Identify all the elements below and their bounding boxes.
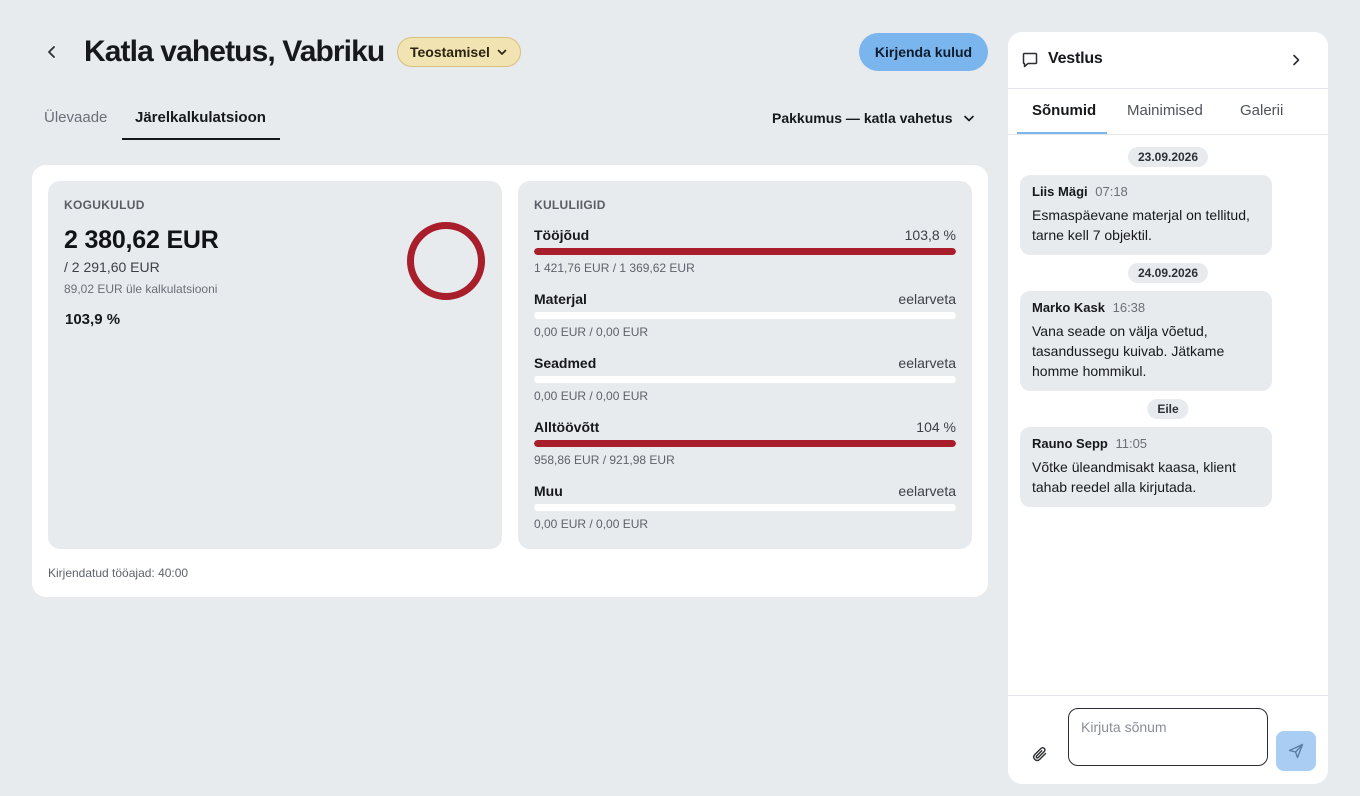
cost-name: Materjal — [534, 291, 587, 307]
cost-progress-bar — [534, 504, 956, 511]
status-dropdown[interactable]: Teostamisel — [397, 37, 521, 67]
cost-row-equipment: Seadmed eelarveta 0,00 EUR / 0,00 EUR — [534, 355, 956, 415]
date-separator: 23.09.2026 — [1127, 147, 1209, 167]
cost-status: eelarveta — [898, 483, 956, 499]
total-over-budget: 89,02 EUR üle kalkulatsiooni — [64, 282, 218, 296]
message-text: Vana seade on välja võetud, tasandussegu… — [1032, 323, 1225, 379]
cost-progress-bar — [534, 376, 956, 383]
total-budget: / 2 291,60 EUR — [64, 259, 160, 275]
cost-status: eelarveta — [898, 291, 956, 307]
message-text: Võtke üleandmisakt kaasa, klient tahab r… — [1032, 459, 1236, 495]
chevron-right-icon — [1293, 54, 1300, 66]
date-separator: 24.09.2026 — [1127, 263, 1209, 283]
cost-row-material: Materjal eelarveta 0,00 EUR / 0,00 EUR — [534, 291, 956, 351]
cost-name: Alltöövõtt — [534, 419, 600, 435]
chevron-left-icon — [48, 46, 55, 58]
cost-types-panel: KULULIIGID Tööjõud 103,8 % 1 421,76 EUR … — [518, 181, 972, 549]
cost-name: Tööjõud — [534, 227, 590, 243]
message-time: 16:38 — [1112, 300, 1146, 315]
total-amount: 2 380,62 EUR — [64, 226, 219, 254]
divider — [1008, 134, 1328, 135]
cost-amounts: 0,00 EUR / 0,00 EUR — [534, 325, 649, 339]
divider — [1008, 695, 1328, 696]
cost-row-labor: Tööjõud 103,8 % 1 421,76 EUR / 1 369,62 … — [534, 227, 956, 287]
date-separator: Eile — [1147, 399, 1189, 419]
status-label: Teostamisel — [410, 44, 490, 60]
cost-amounts: 958,86 EUR / 921,98 EUR — [534, 453, 675, 467]
post-calculation-card: KOGUKULUD 2 380,62 EUR / 2 291,60 EUR 89… — [32, 165, 988, 597]
tab-overview[interactable]: Ülevaade — [44, 108, 107, 128]
message-input[interactable] — [1068, 708, 1268, 766]
cost-progress-fill — [534, 440, 956, 447]
message-text: Esmaspäevane materjal on tellitud, tarne… — [1032, 207, 1250, 243]
total-costs-panel: KOGUKULUD 2 380,62 EUR / 2 291,60 EUR 89… — [48, 181, 502, 549]
total-donut-chart — [407, 222, 485, 300]
chat-message: Marko Kask 16:38 Vana seade on välja võe… — [1020, 291, 1272, 391]
message-time: 07:18 — [1095, 184, 1128, 199]
donut-arc — [407, 222, 485, 300]
offer-select-value: Pakkumus — katla vahetus — [772, 110, 953, 126]
cost-status: eelarveta — [898, 355, 956, 371]
cost-name: Muu — [534, 483, 563, 499]
offer-select[interactable]: Pakkumus — katla vahetus — [772, 108, 975, 128]
cost-progress-bar — [534, 248, 956, 255]
cost-amounts: 0,00 EUR / 0,00 EUR — [534, 517, 649, 531]
collapse-chat-button[interactable] — [1284, 48, 1308, 72]
chat-bubble-icon — [1022, 52, 1038, 68]
cost-amounts: 1 421,76 EUR / 1 369,62 EUR — [534, 261, 695, 275]
record-costs-button[interactable]: Kirjenda kulud — [859, 33, 988, 71]
chat-message: Liis Mägi 07:18 Esmaspäevane materjal on… — [1020, 175, 1272, 255]
cost-types-label: KULULIIGID — [534, 198, 606, 212]
divider — [1008, 88, 1328, 89]
send-icon — [1288, 743, 1304, 759]
cost-progress-fill — [534, 248, 956, 255]
active-tab-indicator — [122, 138, 280, 140]
chevron-down-icon — [497, 49, 507, 55]
cost-progress-bar — [534, 440, 956, 447]
message-header: Rauno Sepp 11:05 — [1032, 436, 1260, 451]
cost-status: 103,8 % — [904, 227, 956, 243]
page-title: Katla vahetus, Vabriku — [84, 35, 385, 68]
message-author: Rauno Sepp — [1032, 436, 1108, 451]
recorded-hours: Kirjendatud tööajad: 40:00 — [48, 566, 189, 580]
tab-post-calculation[interactable]: Järelkalkulatsioon — [135, 108, 266, 128]
cost-amounts: 0,00 EUR / 0,00 EUR — [534, 389, 649, 403]
message-header: Marko Kask 16:38 — [1032, 300, 1260, 315]
chat-message: Rauno Sepp 11:05 Võtke üleandmisakt kaas… — [1020, 427, 1272, 507]
chat-title: Vestlus — [1048, 50, 1103, 67]
chat-tab-mentions[interactable]: Mainimised — [1127, 102, 1203, 119]
cost-row-other: Muu eelarveta 0,00 EUR / 0,00 EUR — [534, 483, 956, 543]
chat-tab-gallery[interactable]: Galerii — [1240, 102, 1283, 119]
cost-name: Seadmed — [534, 355, 597, 371]
chat-panel: Vestlus Sõnumid Mainimised Galerii 23.09… — [1008, 32, 1328, 784]
total-costs-label: KOGUKULUD — [64, 198, 145, 212]
message-author: Marko Kask — [1032, 300, 1105, 315]
cost-progress-bar — [534, 312, 956, 319]
back-button[interactable] — [36, 36, 68, 68]
chevron-down-icon — [963, 115, 974, 122]
chat-tab-messages[interactable]: Sõnumid — [1032, 102, 1096, 119]
cost-status: 104 % — [916, 419, 956, 435]
message-author: Liis Mägi — [1032, 184, 1088, 199]
message-time: 11:05 — [1115, 436, 1148, 451]
cost-row-subcontracting: Alltöövõtt 104 % 958,86 EUR / 921,98 EUR — [534, 419, 956, 479]
attach-button[interactable] — [1028, 742, 1052, 766]
message-header: Liis Mägi 07:18 — [1032, 184, 1260, 199]
send-button[interactable] — [1276, 731, 1316, 771]
total-percent: 103,9 % — [65, 311, 121, 328]
paperclip-icon — [1032, 746, 1047, 762]
